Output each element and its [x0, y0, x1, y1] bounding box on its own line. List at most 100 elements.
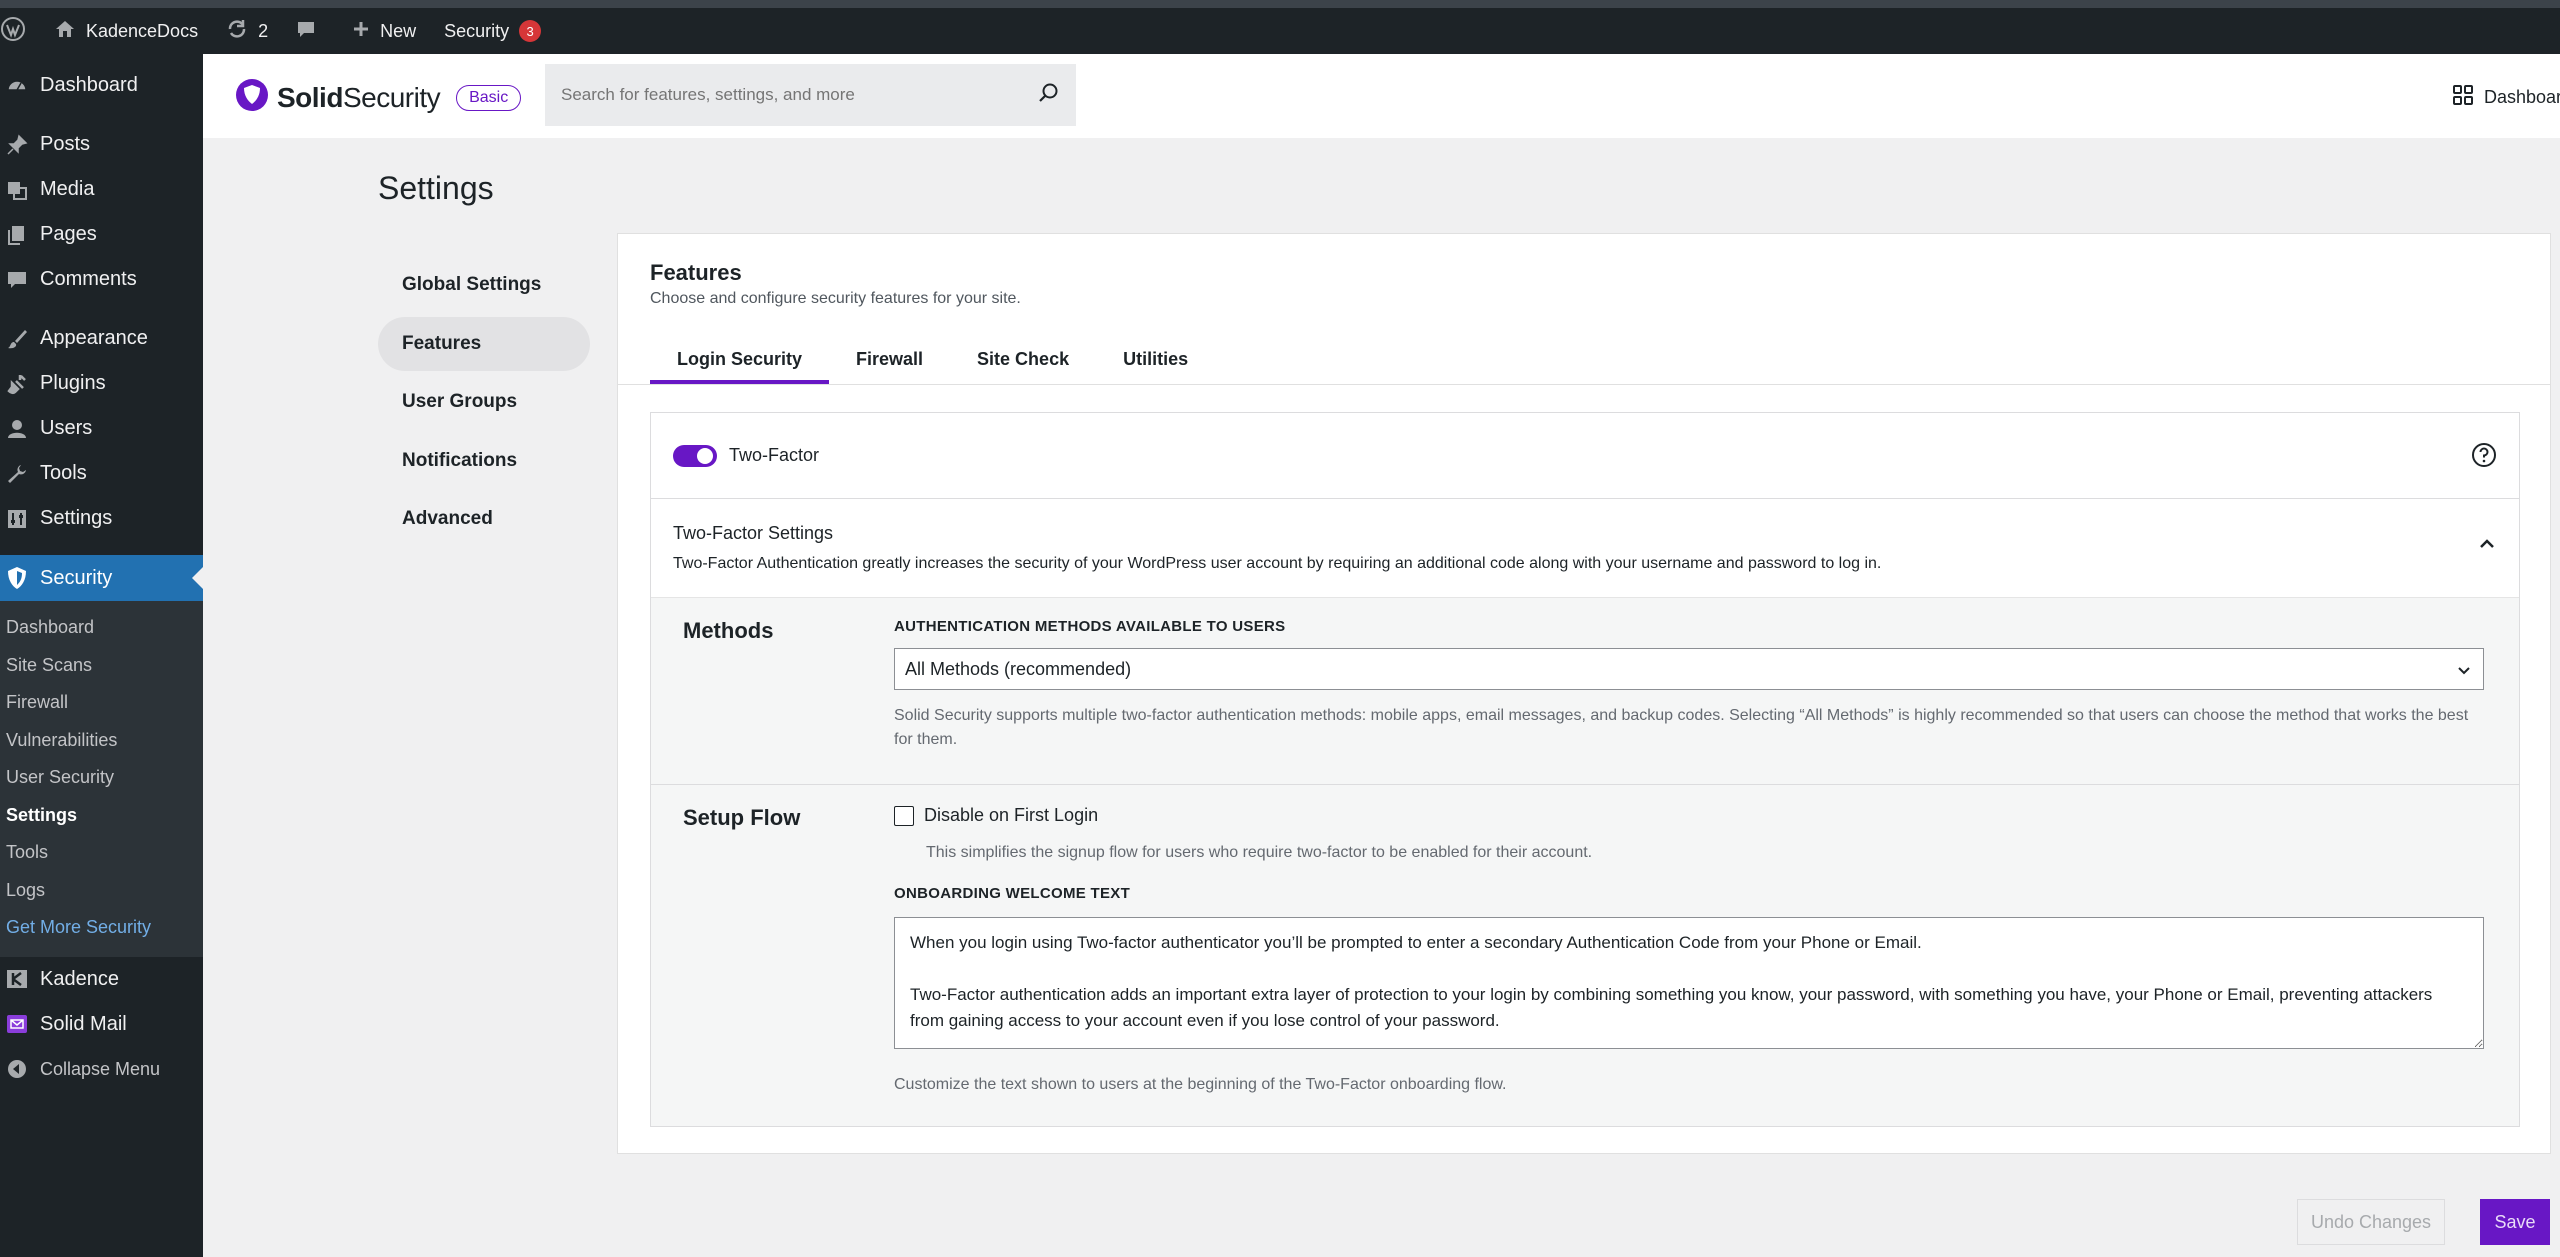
sidebar-item-security[interactable]: Security	[0, 555, 203, 601]
module-toggle-row: Two-Factor	[651, 413, 2519, 499]
search-input[interactable]	[561, 85, 1038, 105]
media-icon	[4, 177, 30, 203]
new-content-link[interactable]: New	[338, 8, 430, 54]
setup-flow-title: Setup Flow	[683, 805, 801, 830]
panel-title: Features	[650, 260, 742, 285]
sidebar-item-pages[interactable]: Pages	[0, 212, 203, 257]
site-name: KadenceDocs	[86, 20, 199, 41]
submenu-item-site-scans[interactable]: Site Scans	[0, 647, 203, 685]
submenu-item-user-security[interactable]: User Security	[0, 759, 203, 797]
two-factor-module-card: Two-Factor Two-Factor Settings Two-Facto…	[650, 412, 2520, 1127]
sidebar-item-label: Media	[40, 178, 95, 200]
welcome-text-textarea[interactable]: When you login using Two-factor authenti…	[894, 917, 2484, 1049]
submenu-item-vulnerabilities[interactable]: Vulnerabilities	[0, 722, 203, 760]
sidebar-item-kadence[interactable]: Kadence	[0, 957, 203, 1002]
sidebar-item-label: Dashboard	[40, 74, 138, 96]
sidebar-item-dashboard[interactable]: Dashboard	[0, 63, 203, 108]
methods-section: Methods AUTHENTICATION METHODS AVAILABLE…	[651, 597, 2519, 785]
sidebar-item-plugins[interactable]: Plugins	[0, 361, 203, 406]
sidebar-item-label: Users	[40, 417, 93, 439]
plus-icon	[352, 20, 370, 43]
sidebar-item-label: Comments	[40, 268, 137, 290]
logo-text: SolidSecurity	[277, 81, 441, 113]
security-submenu: Dashboard Site Scans Firewall Vulnerabil…	[0, 601, 203, 957]
panel-description: Choose and configure security features f…	[650, 290, 1021, 307]
sidebar-item-label: Pages	[40, 223, 97, 245]
sidebar-item-label: Appearance	[40, 327, 148, 349]
solid-security-logo[interactable]: SolidSecurity Basic	[235, 78, 522, 117]
sidebar-item-media[interactable]: Media	[0, 167, 203, 212]
user-icon	[4, 416, 30, 442]
sidebar-item-label: Collapse Menu	[40, 1058, 161, 1079]
select-value: All Methods (recommended)	[905, 658, 1132, 679]
sidebar-item-label: Tools	[40, 462, 87, 484]
tab-firewall[interactable]: Firewall	[829, 334, 950, 384]
nav-item-user-groups[interactable]: User Groups	[378, 375, 590, 429]
dashboard-icon	[4, 73, 30, 99]
security-adminbar-link[interactable]: Security 3	[430, 8, 555, 54]
feature-tabs: Login Security Firewall Site Check Utili…	[650, 334, 1215, 384]
comments-link[interactable]	[282, 8, 330, 54]
chevron-up-icon[interactable]	[2477, 537, 2497, 556]
auth-methods-label: AUTHENTICATION METHODS AVAILABLE TO USER…	[894, 618, 1286, 635]
sidebar-item-tools[interactable]: Tools	[0, 451, 203, 496]
updates-link[interactable]: 2	[212, 8, 282, 54]
site-name-link[interactable]: KadenceDocs	[40, 8, 212, 54]
wp-logo-button[interactable]	[0, 8, 40, 54]
tab-login-security[interactable]: Login Security	[650, 334, 830, 384]
setup-flow-section: Setup Flow Disable on First Login This s…	[651, 785, 2519, 1126]
dashboard-link[interactable]: Dashboard	[2452, 84, 2560, 111]
wordpress-icon	[0, 16, 26, 47]
comment-icon	[4, 267, 30, 293]
checkbox-label[interactable]: Disable on First Login	[924, 805, 1098, 826]
home-icon	[54, 19, 76, 44]
comment-icon	[296, 19, 316, 44]
two-factor-toggle[interactable]	[673, 444, 717, 467]
toggle-label: Two-Factor	[729, 445, 820, 465]
tab-utilities[interactable]: Utilities	[1096, 334, 1215, 384]
sidebar-item-solid-mail[interactable]: Solid Mail	[0, 1002, 203, 1047]
sidebar-item-appearance[interactable]: Appearance	[0, 316, 203, 361]
nav-item-global-settings[interactable]: Global Settings	[378, 258, 590, 312]
refresh-icon	[226, 18, 248, 45]
tab-site-check[interactable]: Site Check	[950, 334, 1096, 384]
submenu-item-dashboard[interactable]: Dashboard	[0, 609, 203, 647]
wrench-icon	[4, 461, 30, 487]
submenu-item-logs[interactable]: Logs	[0, 872, 203, 910]
save-button[interactable]: Save	[2480, 1199, 2550, 1245]
updates-count: 2	[258, 20, 269, 41]
nav-item-notifications[interactable]: Notifications	[378, 434, 590, 488]
settings-nav: Global Settings Features User Groups Not…	[378, 258, 590, 551]
brush-icon	[4, 326, 30, 352]
plug-icon	[4, 371, 30, 397]
nav-item-features[interactable]: Features	[378, 316, 590, 371]
collapse-menu-button[interactable]: Collapse Menu	[0, 1047, 203, 1092]
submenu-item-get-more-security[interactable]: Get More Security	[0, 909, 203, 947]
features-panel: Features Choose and configure security f…	[617, 233, 2551, 1154]
sidebar-item-label: Security	[40, 566, 113, 589]
solid-security-header: SolidSecurity Basic Dashboard	[203, 54, 2560, 138]
sidebar-item-settings[interactable]: Settings	[0, 496, 203, 541]
security-label: Security	[444, 20, 510, 41]
welcome-text-help: Customize the text shown to users at the…	[894, 1076, 1507, 1093]
chevron-down-icon	[2457, 659, 2471, 680]
sliders-icon	[4, 506, 30, 532]
grid-icon	[2452, 84, 2474, 111]
sidebar-item-label: Settings	[40, 507, 113, 529]
submenu-item-tools[interactable]: Tools	[0, 834, 203, 872]
page-title: Settings	[378, 170, 494, 206]
sidebar-item-posts[interactable]: Posts	[0, 122, 203, 167]
nav-item-advanced[interactable]: Advanced	[378, 492, 590, 546]
help-icon[interactable]	[2471, 442, 2497, 473]
submenu-item-firewall[interactable]: Firewall	[0, 684, 203, 722]
shield-icon	[4, 565, 30, 591]
tabs-divider	[618, 384, 2550, 385]
dashboard-link-label: Dashboard	[2484, 87, 2560, 107]
undo-changes-button[interactable]: Undo Changes	[2297, 1199, 2445, 1245]
submenu-item-settings[interactable]: Settings	[0, 797, 203, 835]
disable-first-login-checkbox[interactable]	[894, 805, 914, 826]
search-icon[interactable]	[1038, 82, 1060, 109]
sidebar-item-comments[interactable]: Comments	[0, 257, 203, 302]
auth-methods-select[interactable]: All Methods (recommended)	[894, 648, 2484, 690]
sidebar-item-users[interactable]: Users	[0, 406, 203, 451]
